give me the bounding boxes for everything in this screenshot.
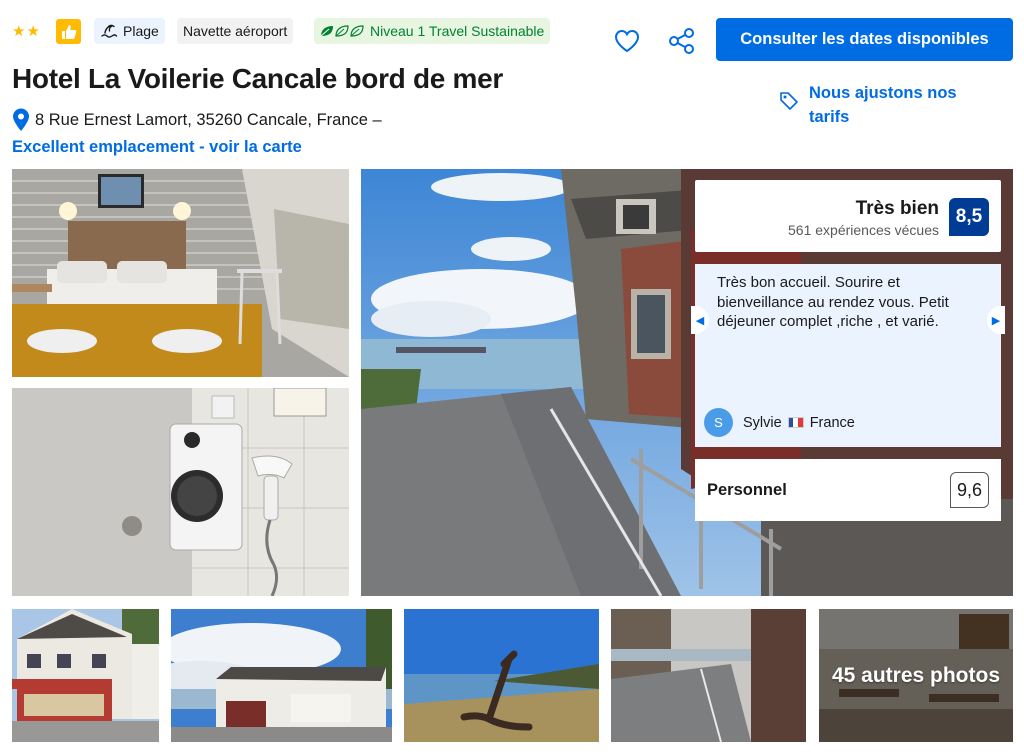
- price-note-text: Nous ajustons nos tarifs: [809, 84, 957, 126]
- heart-icon[interactable]: [612, 26, 642, 56]
- sustainable-chip[interactable]: Niveau 1 Travel Sustainable: [314, 18, 551, 44]
- thumb-anchor[interactable]: [404, 609, 599, 742]
- beach-icon: [101, 24, 118, 38]
- photo-bedroom[interactable]: [12, 169, 349, 377]
- review-score-card[interactable]: Très bien 561 expériences vécues 8,5: [695, 180, 1001, 252]
- review-count: 561 expériences vécues: [788, 222, 939, 238]
- thumb-hotel-street[interactable]: [171, 609, 392, 742]
- sustainable-label: Niveau 1 Travel Sustainable: [370, 23, 545, 39]
- category-score-card: Personnel 9,6: [695, 459, 1001, 521]
- shuttle-chip[interactable]: Navette aéroport: [177, 18, 294, 44]
- share-icon[interactable]: [667, 26, 697, 56]
- leaf-icon: [320, 25, 364, 37]
- chevron-right-icon[interactable]: ▶: [987, 306, 1005, 334]
- location-pin-icon: [13, 108, 29, 131]
- category-label: Personnel: [707, 481, 787, 499]
- address-text: 8 Rue Ernest Lamort, 35260 Cancale, Fran…: [35, 110, 382, 129]
- thumbs-up-icon[interactable]: [56, 19, 81, 44]
- france-flag-icon: [787, 417, 804, 428]
- thumb-hotel-front[interactable]: [12, 609, 159, 742]
- more-photos-overlay[interactable]: 45 autres photos: [819, 609, 1013, 742]
- price-tag-icon: [780, 92, 798, 110]
- price-note[interactable]: Nous ajustons nos tarifs: [779, 81, 979, 129]
- star-icon: ★: [12, 23, 26, 40]
- map-link[interactable]: Excellent emplacement - voir la carte: [12, 138, 302, 157]
- beach-label: Plage: [123, 23, 159, 39]
- score-badge: 8,5: [949, 198, 989, 236]
- reviewer-name: Sylvie: [743, 414, 782, 431]
- reviewer: S Sylvie France: [704, 408, 855, 437]
- review-quote-card: Très bon accueil. Sourire et bienveillan…: [691, 264, 1005, 447]
- reviewer-country: France: [809, 414, 855, 431]
- shuttle-label: Navette aéroport: [183, 23, 288, 39]
- score-label: Très bien: [855, 198, 939, 219]
- star-rating: ★ ★: [12, 24, 40, 39]
- photo-bathroom[interactable]: [12, 388, 349, 596]
- chevron-left-icon[interactable]: ◀: [691, 306, 709, 334]
- check-availability-button[interactable]: Consulter les dates disponibles: [716, 18, 1013, 61]
- star-icon: ★: [26, 23, 40, 40]
- review-quote: Très bon accueil. Sourire et bienveillan…: [717, 274, 949, 330]
- beach-chip[interactable]: Plage: [94, 18, 165, 44]
- address-row: 8 Rue Ernest Lamort, 35260 Cancale, Fran…: [12, 108, 382, 132]
- hotel-name: Hotel La Voilerie Cancale bord de mer: [12, 63, 503, 94]
- avatar: S: [704, 408, 733, 437]
- category-score: 9,6: [950, 472, 989, 508]
- thumb-harbor-street[interactable]: [611, 609, 806, 742]
